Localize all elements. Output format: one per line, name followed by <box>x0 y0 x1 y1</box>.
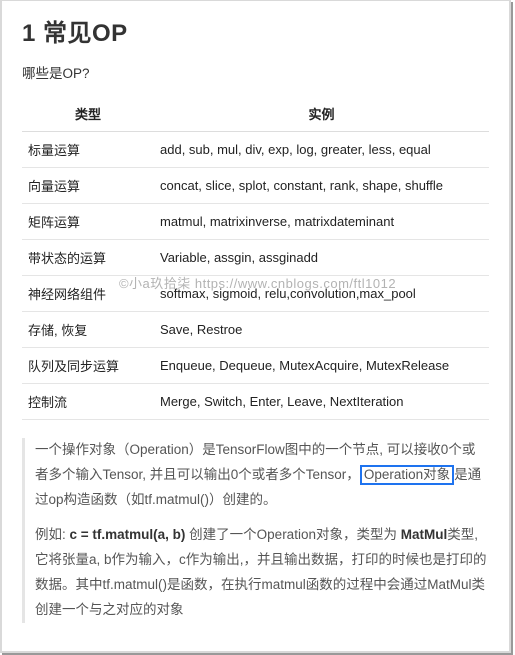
cell-instance: add, sub, mul, div, exp, log, greater, l… <box>154 132 489 168</box>
table-row: 标量运算add, sub, mul, div, exp, log, greate… <box>22 132 489 168</box>
code-sample: c = tf.matmul(a, b) <box>70 527 190 542</box>
document-page: 1 常见OP 哪些是OP? 类型 实例 标量运算add, sub, mul, d… <box>0 0 511 653</box>
table-header-row: 类型 实例 <box>22 96 489 132</box>
op-table: 类型 实例 标量运算add, sub, mul, div, exp, log, … <box>22 96 489 420</box>
cell-instance: Save, Restroe <box>154 312 489 348</box>
table-row: 存储, 恢复Save, Restroe <box>22 312 489 348</box>
note-paragraph-2: 例如: c = tf.matmul(a, b) 创建了一个Operation对象… <box>35 523 487 623</box>
cell-type: 队列及同步运算 <box>22 348 154 384</box>
cell-type: 带状态的运算 <box>22 240 154 276</box>
table-row: 向量运算concat, slice, splot, constant, rank… <box>22 168 489 204</box>
intro-text: 哪些是OP? <box>22 62 489 82</box>
note-text: 例如: <box>35 527 70 542</box>
highlight-operation: Operation对象 <box>360 465 454 485</box>
cell-instance: matmul, matrixinverse, matrixdateminant <box>154 204 489 240</box>
cell-instance: Merge, Switch, Enter, Leave, NextIterati… <box>154 384 489 420</box>
cell-type: 标量运算 <box>22 132 154 168</box>
page-heading: 1 常见OP <box>22 13 489 48</box>
col-header-instance: 实例 <box>154 96 489 132</box>
cell-instance: concat, slice, splot, constant, rank, sh… <box>154 168 489 204</box>
table-row: 带状态的运算Variable, assgin, assginadd <box>22 240 489 276</box>
note-paragraph-1: 一个操作对象（Operation）是TensorFlow图中的一个节点, 可以接… <box>35 438 487 513</box>
cell-type: 存储, 恢复 <box>22 312 154 348</box>
table-row: 矩阵运算matmul, matrixinverse, matrixdatemin… <box>22 204 489 240</box>
table-row: 队列及同步运算Enqueue, Dequeue, MutexAcquire, M… <box>22 348 489 384</box>
class-name: MatMul <box>401 527 448 542</box>
cell-type: 向量运算 <box>22 168 154 204</box>
table-row: 控制流Merge, Switch, Enter, Leave, NextIter… <box>22 384 489 420</box>
cell-instance: softmax, sigmoid, relu,convolution,max_p… <box>154 276 489 312</box>
note-text: 创建了一个Operation对象，类型为 <box>189 527 401 542</box>
table-row: 神经网络组件softmax, sigmoid, relu,convolution… <box>22 276 489 312</box>
cell-type: 矩阵运算 <box>22 204 154 240</box>
note-block: 一个操作对象（Operation）是TensorFlow图中的一个节点, 可以接… <box>22 438 489 623</box>
col-header-type: 类型 <box>22 96 154 132</box>
cell-instance: Enqueue, Dequeue, MutexAcquire, MutexRel… <box>154 348 489 384</box>
cell-type: 控制流 <box>22 384 154 420</box>
cell-type: 神经网络组件 <box>22 276 154 312</box>
cell-instance: Variable, assgin, assginadd <box>154 240 489 276</box>
